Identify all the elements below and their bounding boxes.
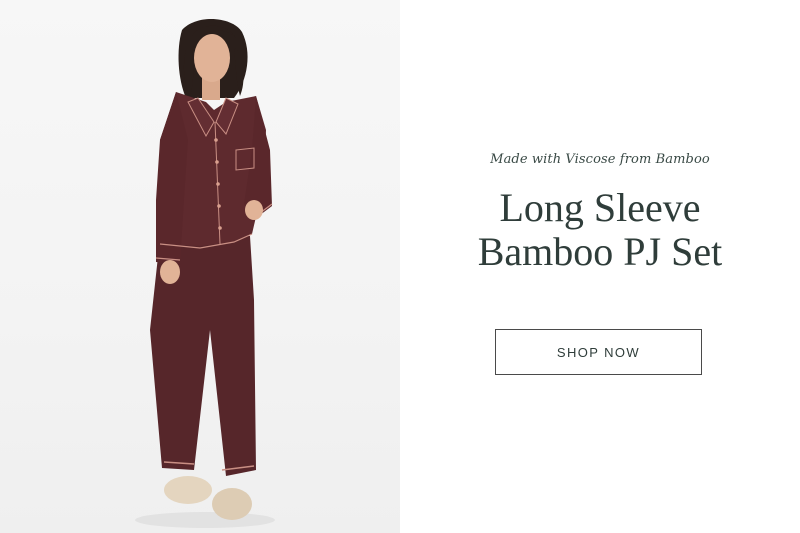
promo-copy: Made with Viscose from Bamboo Long Sleev… <box>400 0 800 533</box>
shop-now-button[interactable]: SHOP NOW <box>495 329 702 375</box>
promo-eyebrow: Made with Viscose from Bamboo <box>490 152 710 167</box>
product-photo[interactable] <box>0 0 400 533</box>
promo-headline: Long Sleeve Bamboo PJ Set <box>400 186 800 274</box>
headline-line-1: Long Sleeve <box>499 185 701 230</box>
model-illustration <box>135 18 275 528</box>
promo-banner: Made with Viscose from Bamboo Long Sleev… <box>0 0 800 533</box>
headline-line-2: Bamboo PJ Set <box>477 229 723 274</box>
